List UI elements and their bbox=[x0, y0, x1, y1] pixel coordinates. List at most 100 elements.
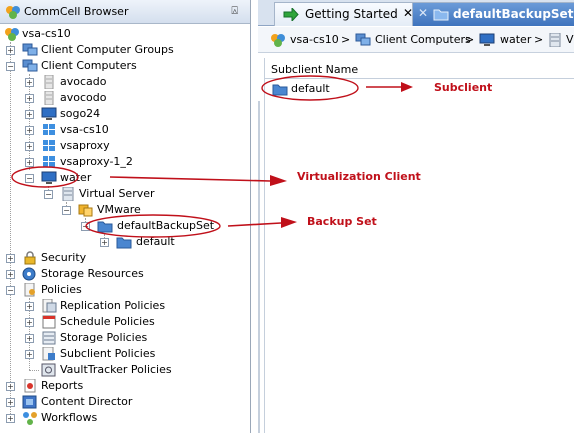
expand-icon[interactable]: + bbox=[25, 94, 34, 103]
tree-item-content-director[interactable]: + Content Director bbox=[0, 394, 250, 410]
tree-item-label: default bbox=[136, 235, 175, 248]
tree-item-label: Schedule Policies bbox=[60, 315, 155, 328]
tree-item-label: sogo24 bbox=[60, 107, 101, 120]
collapse-icon[interactable]: − bbox=[25, 174, 34, 183]
panel-divider bbox=[258, 101, 260, 433]
tab-bar: Getting Started ✕ ✕ defaultBackupSet bbox=[258, 0, 574, 26]
tree-item-label: vsaproxy-1_2 bbox=[60, 155, 133, 168]
panel-title: CommCell Browser bbox=[24, 5, 129, 18]
policy-icon bbox=[42, 299, 57, 313]
tree-item-label: Workflows bbox=[41, 411, 98, 424]
tree-item-workflows[interactable]: + Workflows bbox=[0, 410, 250, 426]
expand-icon[interactable]: + bbox=[6, 382, 15, 391]
tree-item-label: Virtual Server bbox=[79, 187, 155, 200]
tree-item-storage-policies[interactable]: + Storage Policies bbox=[0, 330, 250, 346]
tree-item-vsaproxy[interactable]: + vsaproxy bbox=[0, 138, 250, 154]
tree-item-label: VaultTracker Policies bbox=[60, 363, 172, 376]
collapse-icon[interactable]: − bbox=[81, 222, 90, 231]
tree-item-schedule-policies[interactable]: + Schedule Policies bbox=[0, 314, 250, 330]
tree-item-default[interactable]: + default bbox=[0, 234, 250, 250]
list-item[interactable]: default bbox=[269, 81, 369, 97]
expand-icon[interactable]: + bbox=[25, 350, 34, 359]
tree-item-virtual-server[interactable]: − Virtual Server bbox=[0, 186, 250, 202]
tree-item-label: water bbox=[60, 171, 92, 184]
server-icon bbox=[44, 75, 54, 89]
tab-default-backup-set[interactable]: ✕ defaultBackupSet bbox=[412, 2, 574, 26]
folder-icon bbox=[272, 84, 288, 96]
expand-icon[interactable]: + bbox=[25, 158, 34, 167]
vault-icon bbox=[41, 363, 56, 377]
tree-item-root[interactable]: vsa-cs10 bbox=[0, 26, 250, 42]
collapse-icon[interactable]: − bbox=[62, 206, 71, 215]
expand-icon[interactable]: + bbox=[25, 110, 34, 119]
content-panel: Getting Started ✕ ✕ defaultBackupSet vsa… bbox=[258, 0, 574, 433]
collapse-icon[interactable]: − bbox=[44, 190, 53, 199]
tree-item-client-computers[interactable]: − Client Computers bbox=[0, 58, 250, 74]
tree-item-vsaproxy-1-2[interactable]: + vsaproxy-1_2 bbox=[0, 154, 250, 170]
folder-icon bbox=[433, 9, 449, 21]
tree-item-storage-resources[interactable]: + Storage Resources bbox=[0, 266, 250, 282]
tree-item-water[interactable]: − water bbox=[0, 170, 250, 186]
tree-item-avocado[interactable]: + avocado bbox=[0, 74, 250, 90]
tree-item-label: Subclient Policies bbox=[60, 347, 156, 360]
expand-icon[interactable]: + bbox=[6, 270, 15, 279]
tree-item-security[interactable]: + Security bbox=[0, 250, 250, 266]
tree-guide bbox=[29, 370, 39, 371]
tree-item-replication-policies[interactable]: + Replication Policies bbox=[0, 298, 250, 314]
expand-icon[interactable]: + bbox=[6, 414, 15, 423]
tree-item-subclient-policies[interactable]: + Subclient Policies bbox=[0, 346, 250, 362]
tree-item-label: Storage Resources bbox=[41, 267, 144, 280]
tree-item-vsa-cs10[interactable]: + vsa-cs10 bbox=[0, 122, 250, 138]
tree-item-vmware[interactable]: − VMware bbox=[0, 202, 250, 218]
breadcrumb-item-client-computers[interactable]: Client Computers bbox=[375, 33, 471, 46]
tree-item-reports[interactable]: + Reports bbox=[0, 378, 250, 394]
column-header-subclient-name[interactable]: Subclient Name bbox=[265, 60, 574, 79]
expand-icon[interactable]: + bbox=[100, 238, 109, 247]
collapse-icon[interactable]: − bbox=[6, 62, 15, 71]
tree-item-default-backup-set[interactable]: − defaultBackupSet bbox=[0, 218, 250, 234]
expand-icon[interactable]: + bbox=[6, 46, 15, 55]
tree-item-label: avocodo bbox=[60, 91, 107, 104]
expand-icon[interactable]: + bbox=[25, 318, 34, 327]
tree-item-sogo24[interactable]: + sogo24 bbox=[0, 106, 250, 122]
tree-item-label: defaultBackupSet bbox=[117, 219, 215, 232]
tree-item-avocodo[interactable]: + avocodo bbox=[0, 90, 250, 106]
tree-item-vaulttracker-policies[interactable]: VaultTracker Policies bbox=[0, 362, 250, 378]
annotation-virtualization-client: Virtualization Client bbox=[297, 170, 421, 183]
expand-icon[interactable]: + bbox=[25, 302, 34, 311]
breadcrumb-item-vsa-cs10[interactable]: vsa-cs10 bbox=[290, 33, 339, 46]
column-header-label: Subclient Name bbox=[271, 63, 359, 76]
expand-icon[interactable]: + bbox=[25, 78, 34, 87]
annotation-backup-set: Backup Set bbox=[307, 215, 377, 228]
commcell-icon bbox=[6, 6, 20, 19]
tree-item-client-computer-groups[interactable]: + Client Computer Groups bbox=[0, 42, 250, 58]
expand-icon[interactable]: + bbox=[25, 334, 34, 343]
computer-group-icon bbox=[355, 33, 371, 46]
tree-item-label: vsaproxy bbox=[60, 139, 110, 152]
collapse-icon[interactable]: − bbox=[6, 286, 15, 295]
expand-icon[interactable]: + bbox=[25, 126, 34, 135]
close-icon[interactable]: ✕ bbox=[418, 6, 428, 20]
breadcrumb-separator: > bbox=[465, 33, 475, 46]
subclient-list: Subclient Name default bbox=[264, 58, 574, 433]
expand-icon[interactable]: + bbox=[6, 254, 15, 263]
commcell-icon bbox=[271, 34, 285, 47]
calendar-icon bbox=[42, 315, 56, 329]
pin-icon[interactable]: ⍓ bbox=[231, 4, 238, 18]
tab-label: Getting Started bbox=[305, 7, 398, 21]
computer-group-icon bbox=[22, 43, 38, 56]
workflow-icon bbox=[23, 412, 37, 425]
list-item-label: default bbox=[291, 82, 330, 95]
panel-title-bar: CommCell Browser ⍓ bbox=[0, 0, 250, 24]
breadcrumb-overflow[interactable]: V bbox=[566, 33, 574, 46]
policy-icon bbox=[42, 347, 55, 361]
tab-getting-started[interactable]: Getting Started ✕ bbox=[274, 2, 416, 26]
breadcrumb-item-water[interactable]: water bbox=[500, 33, 531, 46]
expand-icon[interactable]: + bbox=[6, 398, 15, 407]
monitor-icon bbox=[479, 33, 495, 46]
monitor-icon bbox=[41, 107, 57, 120]
expand-icon[interactable]: + bbox=[25, 142, 34, 151]
tree-item-policies[interactable]: − Policies bbox=[0, 282, 250, 298]
content-director-icon bbox=[22, 395, 37, 409]
storage-icon bbox=[42, 331, 56, 345]
